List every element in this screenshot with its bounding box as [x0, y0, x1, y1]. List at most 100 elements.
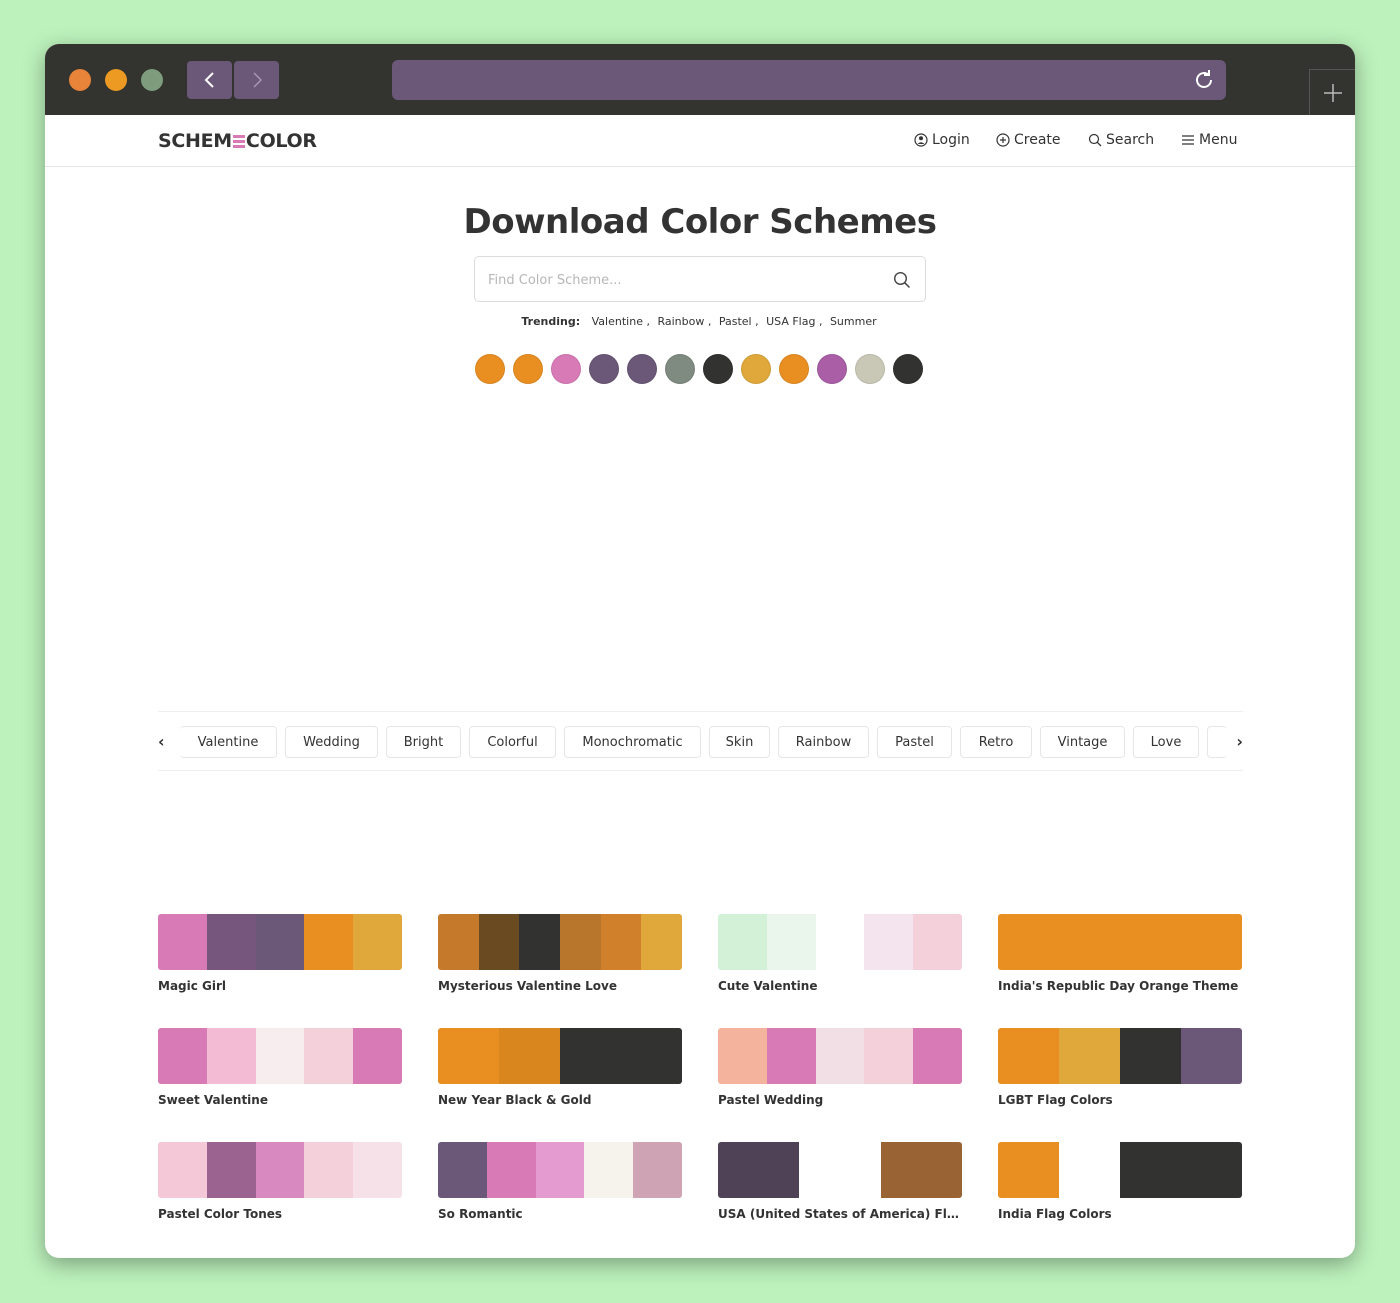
tags-next-button[interactable]: › — [1236, 732, 1243, 751]
scheme-card[interactable]: Pastel Color Tones — [158, 1142, 402, 1221]
scheme-name[interactable]: So Romantic — [438, 1207, 682, 1221]
scheme-swatches[interactable] — [998, 1028, 1242, 1084]
scheme-card[interactable]: So Romantic — [438, 1142, 682, 1221]
search-icon[interactable] — [893, 271, 911, 289]
scheme-card[interactable]: India Flag Colors — [998, 1142, 1242, 1221]
color-circle[interactable] — [779, 354, 809, 384]
nav-menu[interactable]: Menu — [1181, 132, 1237, 148]
scheme-swatches[interactable] — [438, 1142, 682, 1198]
color-circle[interactable] — [893, 354, 923, 384]
color-circle[interactable] — [741, 354, 771, 384]
color-swatch — [600, 914, 642, 970]
scheme-card[interactable]: USA (United States of America) Flag ... — [718, 1142, 962, 1221]
address-bar[interactable] — [392, 60, 1226, 100]
color-swatch — [353, 1142, 402, 1198]
trending-link[interactable]: Summer — [830, 315, 877, 328]
scheme-swatches[interactable] — [158, 914, 402, 970]
trending-row: Trending: Valentine , Rainbow , Pastel ,… — [45, 315, 1355, 328]
scheme-name[interactable]: Pastel Color Tones — [158, 1207, 402, 1221]
nav-create[interactable]: Create — [996, 132, 1061, 148]
color-swatch — [1181, 1142, 1242, 1198]
scheme-swatches[interactable] — [158, 1028, 402, 1084]
color-swatch — [158, 1142, 207, 1198]
nav-search[interactable]: Search — [1088, 132, 1154, 148]
nav-login-label: Login — [932, 132, 970, 148]
scheme-swatches[interactable] — [998, 1142, 1242, 1198]
tag-retro[interactable]: Retro — [960, 726, 1032, 758]
color-swatch — [560, 914, 601, 970]
site-logo[interactable]: SCHEM COLOR — [158, 130, 317, 152]
color-swatch — [864, 1028, 914, 1084]
scheme-name[interactable]: USA (United States of America) Flag ... — [718, 1207, 962, 1221]
color-swatch — [519, 914, 561, 970]
scheme-card[interactable]: India's Republic Day Orange Theme — [998, 914, 1242, 993]
trending-link[interactable]: Rainbow , — [657, 315, 711, 328]
forward-button[interactable] — [234, 61, 279, 99]
scheme-name[interactable]: Mysterious Valentine Love — [438, 979, 682, 993]
color-circle[interactable] — [627, 354, 657, 384]
close-window-button[interactable] — [69, 69, 91, 91]
scheme-search-box[interactable] — [474, 256, 926, 302]
scheme-swatches[interactable] — [158, 1142, 402, 1198]
color-swatch — [486, 1142, 536, 1198]
scheme-card[interactable]: Cute Valentine — [718, 914, 962, 993]
color-circle[interactable] — [475, 354, 505, 384]
color-circle[interactable] — [855, 354, 885, 384]
color-circle[interactable] — [817, 354, 847, 384]
logo-text-left: SCHEM — [158, 130, 232, 152]
scheme-name[interactable]: Pastel Wedding — [718, 1093, 962, 1107]
tag-wedding[interactable]: Wedding — [285, 726, 378, 758]
tag-monochromatic[interactable]: Monochromatic — [564, 726, 701, 758]
scheme-card[interactable]: Sweet Valentine — [158, 1028, 402, 1107]
scheme-name[interactable]: India Flag Colors — [998, 1207, 1242, 1221]
scheme-name[interactable]: LGBT Flag Colors — [998, 1093, 1242, 1107]
tag-love[interactable]: Love — [1133, 726, 1199, 758]
tag-skin[interactable]: Skin — [709, 726, 770, 758]
color-circle[interactable] — [703, 354, 733, 384]
back-button[interactable] — [187, 61, 232, 99]
scheme-card[interactable]: Pastel Wedding — [718, 1028, 962, 1107]
trending-link[interactable]: Valentine , — [592, 315, 650, 328]
scheme-swatches[interactable] — [718, 1142, 962, 1198]
nav-login[interactable]: Login — [914, 132, 970, 148]
scheme-card[interactable]: New Year Black & Gold — [438, 1028, 682, 1107]
scheme-name[interactable]: India's Republic Day Orange Theme — [998, 979, 1242, 993]
scheme-card[interactable]: Magic Girl — [158, 914, 402, 993]
tags-prev-button[interactable]: ‹ — [158, 732, 165, 751]
color-swatch — [535, 1142, 585, 1198]
scheme-swatches[interactable] — [718, 1028, 962, 1084]
tag-bright[interactable]: Bright — [386, 726, 461, 758]
tag-pastel[interactable]: Pastel — [877, 726, 952, 758]
scheme-card[interactable]: Mysterious Valentine Love — [438, 914, 682, 993]
scheme-name[interactable]: Cute Valentine — [718, 979, 962, 993]
scheme-name[interactable]: Magic Girl — [158, 979, 402, 993]
scheme-swatches[interactable] — [718, 914, 962, 970]
tag-rainbow[interactable]: Rainbow — [778, 726, 869, 758]
new-tab-button[interactable] — [1309, 69, 1355, 115]
tag-colorful[interactable]: Colorful — [469, 726, 556, 758]
trending-link[interactable]: USA Flag , — [766, 315, 822, 328]
scheme-search-input[interactable] — [488, 269, 868, 291]
tag-vintage[interactable]: Vintage — [1040, 726, 1125, 758]
color-circle[interactable] — [551, 354, 581, 384]
browser-window: SCHEM COLOR Login Create Search Menu Dow… — [45, 44, 1355, 1258]
scheme-swatches[interactable] — [438, 914, 682, 970]
color-circle[interactable] — [513, 354, 543, 384]
color-circle[interactable] — [665, 354, 695, 384]
trending-link[interactable]: Pastel , — [719, 315, 759, 328]
minimize-window-button[interactable] — [105, 69, 127, 91]
tag-partial[interactable] — [1207, 726, 1227, 758]
scheme-swatches[interactable] — [998, 914, 1242, 970]
scheme-card[interactable]: LGBT Flag Colors — [998, 1028, 1242, 1107]
chevron-right-icon — [252, 72, 262, 88]
color-circle[interactable] — [589, 354, 619, 384]
color-swatch — [799, 1142, 881, 1198]
reload-icon[interactable] — [1192, 68, 1216, 92]
scheme-swatches[interactable] — [438, 1028, 682, 1084]
maximize-window-button[interactable] — [141, 69, 163, 91]
nav-create-label: Create — [1014, 132, 1061, 148]
tag-valentine[interactable]: Valentine — [180, 726, 277, 758]
scheme-name[interactable]: New Year Black & Gold — [438, 1093, 682, 1107]
color-swatch — [864, 914, 914, 970]
scheme-name[interactable]: Sweet Valentine — [158, 1093, 402, 1107]
